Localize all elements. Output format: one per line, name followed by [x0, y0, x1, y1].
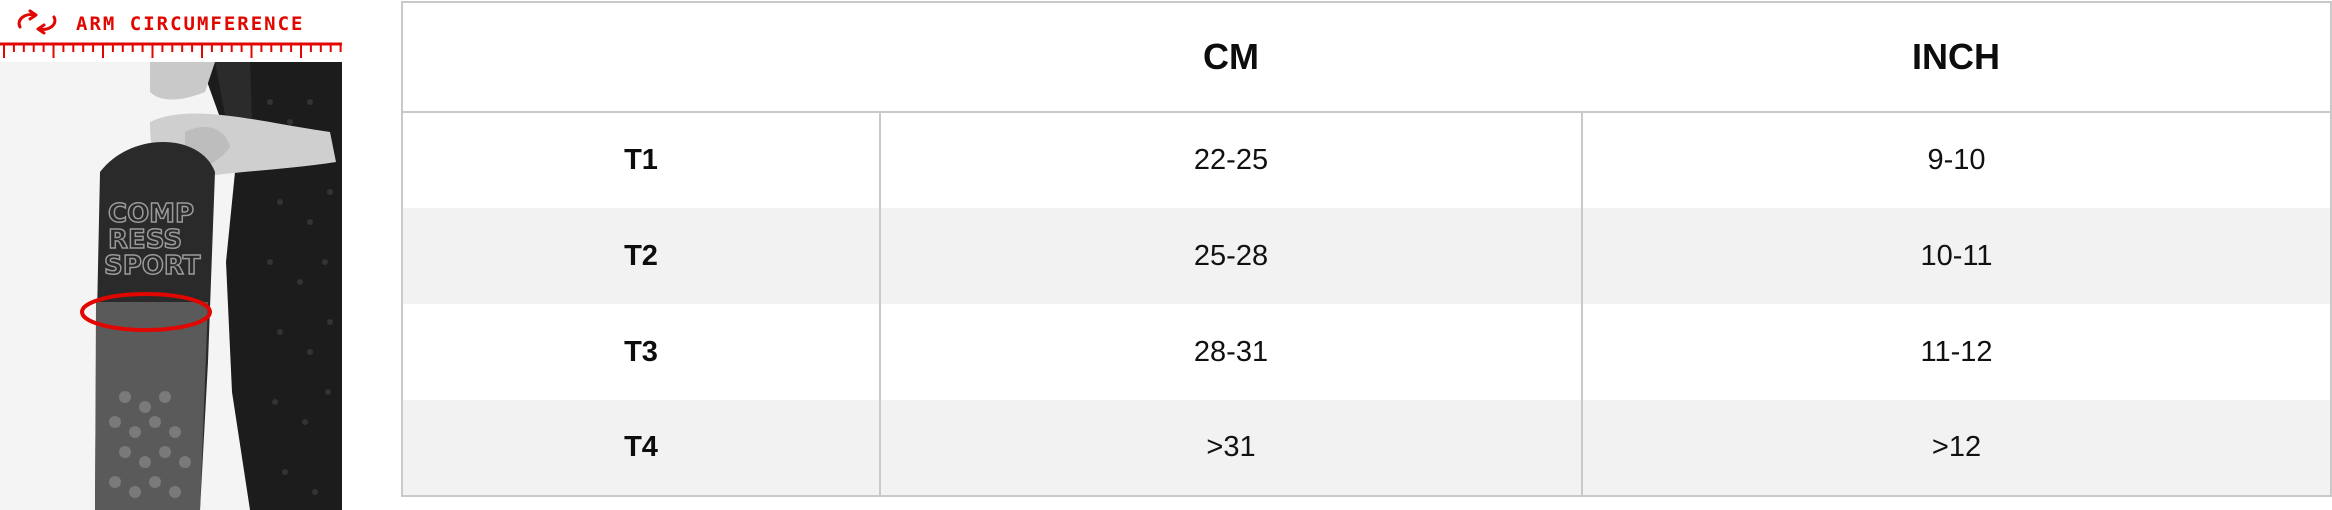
size-label: T4 — [401, 400, 881, 497]
size-chart-table: CM INCH T1 22-25 9-10 T2 25-28 10-11 T3 … — [401, 1, 2332, 497]
inch-value: >12 — [1581, 400, 2332, 497]
table-row: T1 22-25 9-10 — [401, 112, 2332, 208]
arm-sleeve-photo: COMP RESS SPORT — [0, 62, 342, 510]
inch-value: 10-11 — [1581, 208, 2332, 304]
cm-value: 25-28 — [879, 208, 1583, 304]
arm-circumference-illustration: ARM CIRCUMFERENCE COMP RESS SPORT — [0, 0, 342, 510]
size-label: T1 — [401, 112, 881, 208]
cm-value: >31 — [879, 400, 1583, 497]
size-label: T3 — [401, 304, 881, 400]
cm-value: 28-31 — [879, 304, 1583, 400]
table-header-row: CM INCH — [401, 1, 2332, 113]
measurement-label: ARM CIRCUMFERENCE — [76, 13, 305, 35]
header-cm: CM — [880, 1, 1582, 113]
header-inch: INCH — [1582, 1, 2332, 113]
table-row: T3 28-31 11-12 — [401, 304, 2332, 400]
table-row: T4 >31 >12 — [401, 400, 2332, 497]
cm-value: 22-25 — [879, 112, 1583, 208]
inch-value: 9-10 — [1581, 112, 2332, 208]
size-label: T2 — [401, 208, 881, 304]
circular-arrows-icon — [12, 7, 62, 42]
table-row: T2 25-28 10-11 — [401, 208, 2332, 304]
inch-value: 11-12 — [1581, 304, 2332, 400]
header-size — [401, 1, 880, 113]
sleeve-brand-line-3: SPORT — [104, 251, 201, 281]
ruler-scale — [0, 42, 342, 58]
measurement-label-row: ARM CIRCUMFERENCE — [12, 8, 304, 40]
